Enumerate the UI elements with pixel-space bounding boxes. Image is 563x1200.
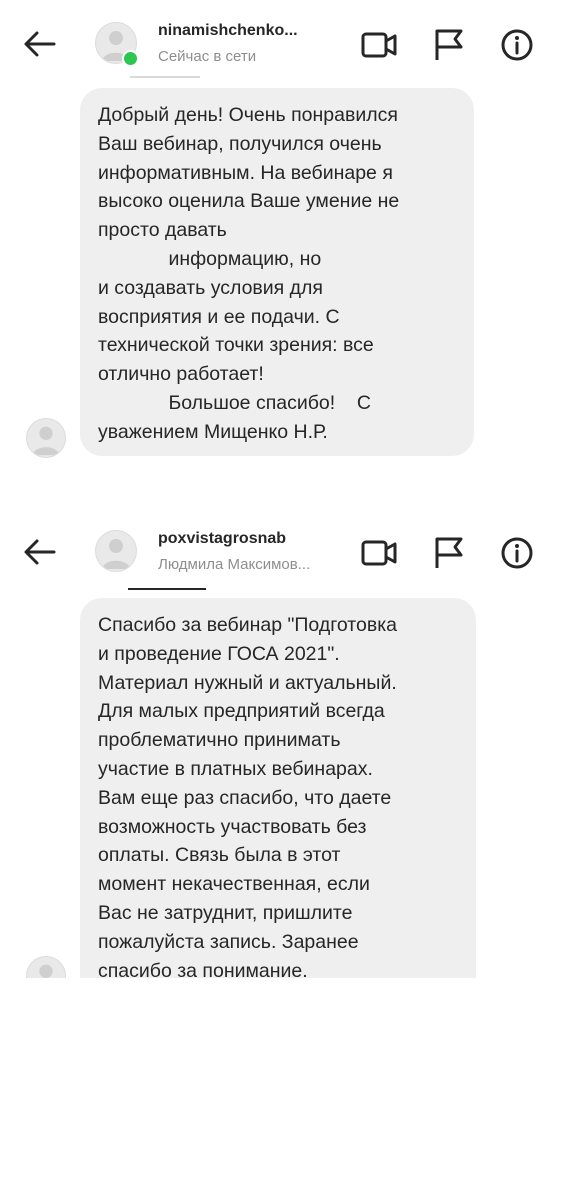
cut-off-divider: [128, 588, 206, 590]
avatar[interactable]: [95, 530, 137, 572]
flag-icon[interactable]: [431, 536, 467, 570]
message-bubble: Добрый день! Очень понравился Ваш вебина…: [80, 88, 474, 456]
chat-username[interactable]: poxvistagrosnab: [158, 530, 333, 548]
info-icon[interactable]: [499, 536, 535, 570]
arrow-back-icon[interactable]: [22, 534, 58, 570]
chat-username[interactable]: ninamishchenko...: [158, 22, 333, 40]
message-bubble: Спасибо за вебинар "Подготовка и проведе…: [80, 598, 476, 978]
chat-screenshot-2: poxvistagrosnab Людмила Максимов... Спас…: [0, 508, 563, 978]
online-status-dot: [122, 50, 139, 67]
avatar-placeholder-icon: [32, 426, 60, 456]
chat-screenshot-1: ninamishchenko... Сейчас в сети Добрый д…: [0, 0, 563, 470]
cut-off-divider: [130, 76, 200, 78]
avatar-placeholder-icon: [39, 964, 53, 978]
chat-header: poxvistagrosnab Людмила Максимов...: [0, 508, 563, 596]
avatar-placeholder-icon: [102, 539, 130, 569]
message-avatar: [26, 956, 66, 978]
video-call-icon[interactable]: [361, 536, 397, 570]
flag-icon[interactable]: [431, 28, 467, 62]
chat-status: Сейчас в сети: [158, 48, 257, 65]
message-avatar: [26, 418, 66, 458]
info-icon[interactable]: [499, 28, 535, 62]
chat-status: Людмила Максимов...: [158, 556, 311, 573]
arrow-back-icon[interactable]: [22, 26, 58, 62]
chat-header: ninamishchenko... Сейчас в сети: [0, 0, 563, 88]
video-call-icon[interactable]: [361, 28, 397, 62]
